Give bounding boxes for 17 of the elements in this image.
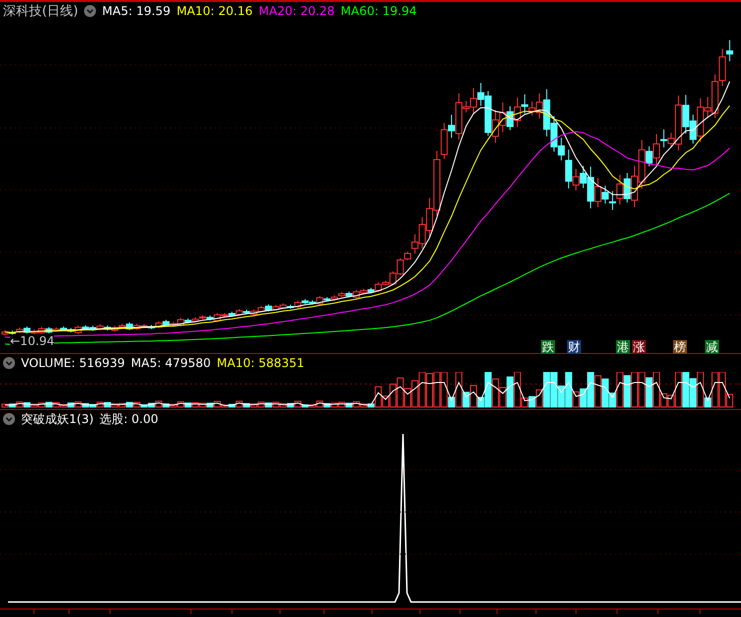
indicator-value: MA20: 20.28: [258, 4, 335, 18]
indicator-value: 选股: 0.00: [100, 410, 158, 428]
news-tag[interactable]: 港: [616, 340, 630, 354]
low-price-marker: ←10.94: [10, 335, 54, 348]
news-tag[interactable]: 减: [705, 340, 719, 354]
indicator-title: 突破成妖1(3): [21, 410, 94, 428]
indicator-value: MA10: 20.16: [176, 4, 253, 18]
indicator-value: MA5: 479580: [130, 356, 211, 370]
news-tag[interactable]: 财: [567, 340, 581, 354]
news-tag[interactable]: 榜: [673, 340, 687, 354]
indicator-value: MA5: 19.59: [102, 4, 171, 18]
indicator-value: VOLUME: 516939: [21, 356, 125, 370]
news-tag[interactable]: 涨: [632, 340, 646, 354]
indicator-value: MA60: 19.94: [340, 4, 417, 18]
news-tag[interactable]: 跌: [541, 340, 555, 354]
stock-title: 深科技(日线): [3, 3, 78, 20]
indicator-value: MA10: 588351: [216, 356, 304, 370]
